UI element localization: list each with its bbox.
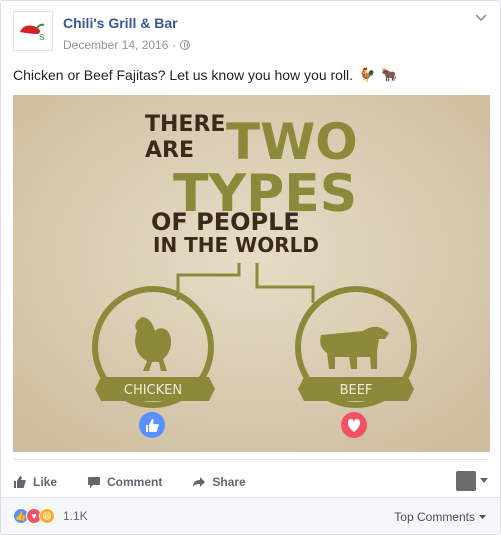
beef-label: BEEF (340, 383, 373, 398)
post-image[interactable]: THERE ARE TWO TYPES OF PEOPLE IN THE WOR… (13, 95, 490, 452)
reaction-summary[interactable]: 👍 ♥ 😆 1.1K (13, 508, 88, 524)
share-label: Share (212, 475, 246, 489)
haha-summary-icon: 😆 (39, 508, 55, 524)
page-avatar[interactable]: S (13, 11, 53, 51)
chevron-down-icon (480, 478, 488, 483)
top-comments-sort[interactable]: Top Comments (394, 510, 486, 524)
post-text-row: Chicken or Beef Fajitas? Let us know you… (13, 67, 397, 83)
chicken-label: CHICKEN (124, 383, 182, 398)
headline-two: TWO (226, 113, 358, 171)
caret-down-icon (479, 514, 486, 519)
reactions-footer: 👍 ♥ 😆 1.1K Top Comments (1, 498, 500, 534)
comment-label: Comment (107, 475, 163, 489)
like-icon (14, 476, 26, 488)
post-card: S Chili's Grill & Bar December 14, 2016 … (0, 0, 501, 535)
post-header: S Chili's Grill & Bar December 14, 2016 … (13, 11, 488, 55)
comment-icon (88, 477, 101, 488)
like-button[interactable]: Like (13, 475, 57, 489)
chilis-logo-icon: S (20, 23, 44, 42)
meta-separator: · (172, 38, 177, 52)
post-meta: December 14, 2016 · (63, 38, 191, 52)
headline-of-people: OF PEOPLE (151, 208, 300, 236)
post-options-chevron-icon[interactable] (474, 13, 488, 23)
viewer-avatar (456, 471, 476, 491)
like-label: Like (33, 475, 58, 489)
headline-are: ARE (145, 138, 194, 163)
post-text: Chicken or Beef Fajitas? Let us know you… (13, 67, 354, 83)
sort-label: Top Comments (394, 510, 475, 524)
action-bar: Like Comment Share (13, 467, 488, 497)
viewer-selector[interactable] (456, 471, 488, 491)
rooster-icon: 🐓 (359, 67, 376, 82)
share-button[interactable]: Share (192, 475, 246, 489)
page-name[interactable]: Chili's Grill & Bar (63, 15, 178, 31)
post-date[interactable]: December 14, 2016 (63, 38, 168, 52)
headline-in-the-world: IN THE WORLD (153, 233, 319, 257)
svg-text:S: S (39, 33, 44, 42)
share-icon (193, 477, 206, 487)
infographic: THERE ARE TWO TYPES OF PEOPLE IN THE WOR… (13, 95, 490, 452)
ox-icon: 🐂 (381, 67, 398, 82)
headline-there: THERE (145, 112, 225, 137)
reaction-count: 1.1K (63, 509, 88, 523)
globe-icon (180, 40, 191, 50)
comment-button[interactable]: Comment (87, 475, 162, 489)
actions-divider (13, 459, 488, 460)
